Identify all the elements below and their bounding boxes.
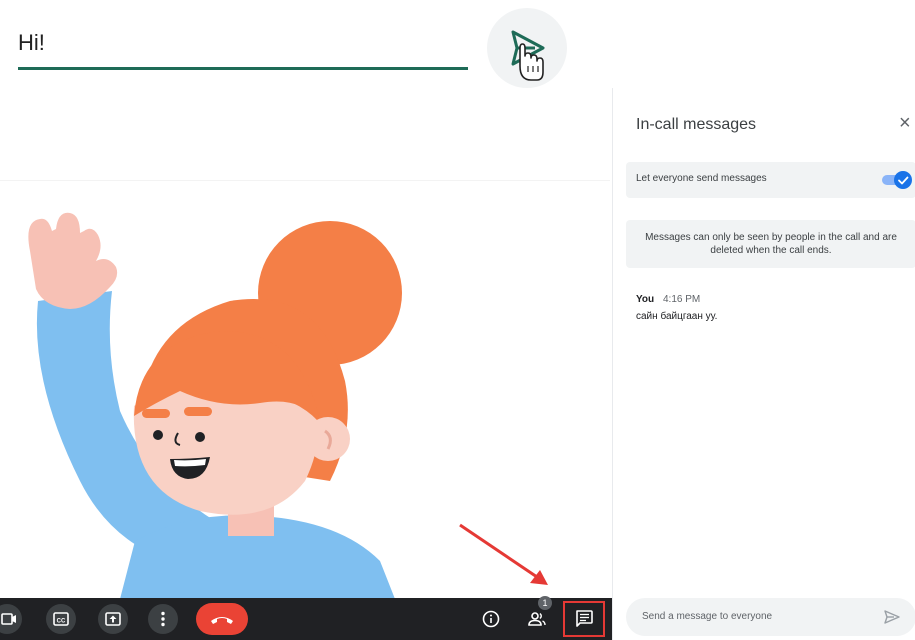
panel-title: In-call messages xyxy=(636,116,757,133)
allow-messages-row: Let everyone send messages xyxy=(626,162,915,198)
send-button[interactable] xyxy=(487,8,567,88)
people-count-badge: 1 xyxy=(538,596,552,610)
meeting-details-button[interactable] xyxy=(476,604,506,634)
call-controls-bar: CC xyxy=(0,598,612,640)
meet-screen: Hi! CC 1 In-call messages × Let everyone… xyxy=(0,0,915,640)
chat-button[interactable] xyxy=(563,601,605,637)
camera-button[interactable] xyxy=(0,604,22,634)
chat-panel: In-call messages × Let everyone send mes… xyxy=(612,88,915,640)
message-input[interactable]: Hi! xyxy=(18,24,468,70)
send-icon[interactable] xyxy=(882,607,902,627)
info-icon xyxy=(482,610,500,628)
allow-messages-toggle[interactable] xyxy=(882,171,912,189)
svg-text:CC: CC xyxy=(57,619,66,625)
end-call-icon xyxy=(211,617,233,624)
message-text: сайн байцгаан уу. xyxy=(636,311,718,322)
more-options-button[interactable] xyxy=(148,604,178,634)
message-input-value: Hi! xyxy=(18,30,45,55)
check-icon xyxy=(898,176,909,185)
captions-button[interactable]: CC xyxy=(46,604,76,634)
message-time: 4:16 PM xyxy=(663,294,701,305)
toggle-knob xyxy=(894,171,912,189)
present-button[interactable] xyxy=(98,604,128,634)
allow-messages-label: Let everyone send messages xyxy=(636,173,767,184)
captions-icon: CC xyxy=(53,612,69,626)
camera-icon xyxy=(1,613,16,625)
present-icon xyxy=(105,612,121,626)
chat-composer-placeholder: Send a message to everyone xyxy=(642,611,773,622)
more-vert-icon xyxy=(161,611,165,627)
chat-icon xyxy=(576,610,593,627)
chat-composer[interactable]: Send a message to everyone xyxy=(626,598,915,636)
annotation-arrow xyxy=(459,523,548,585)
privacy-notice: Messages can only be seen by people in t… xyxy=(626,220,915,268)
message-sender: You xyxy=(636,294,655,305)
close-icon[interactable]: × xyxy=(899,112,911,135)
end-call-button[interactable] xyxy=(196,603,248,635)
hand-cursor-icon xyxy=(519,43,544,81)
